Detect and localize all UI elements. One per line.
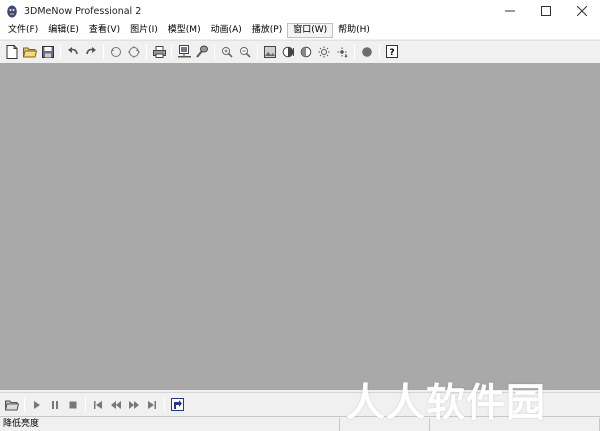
toolbar-separator xyxy=(146,43,147,60)
toolbar-separator xyxy=(24,396,25,413)
rotate-left-icon[interactable] xyxy=(107,43,125,61)
menu-image[interactable]: 图片(I) xyxy=(125,23,163,38)
maximize-button[interactable] xyxy=(528,0,564,22)
play-icon[interactable] xyxy=(28,396,46,414)
pause-icon[interactable] xyxy=(46,396,64,414)
menu-file[interactable]: 文件(F) xyxy=(3,23,43,38)
watermark: 人人软件园 xyxy=(346,381,547,426)
print-icon[interactable] xyxy=(150,43,168,61)
help-icon[interactable]: ? xyxy=(383,43,401,61)
workspace-canvas[interactable] xyxy=(0,63,600,390)
toolbar-separator xyxy=(214,43,215,60)
main-toolbar: ? xyxy=(0,40,600,62)
open-icon[interactable] xyxy=(3,396,21,414)
menu-play[interactable]: 播放(P) xyxy=(247,23,287,38)
toolbar-separator xyxy=(60,43,61,60)
new-file-icon[interactable] xyxy=(3,43,21,61)
contrast-icon[interactable] xyxy=(279,43,297,61)
svg-text:?: ? xyxy=(389,48,394,58)
import-photo-icon[interactable] xyxy=(175,43,193,61)
toolbar-separator xyxy=(85,396,86,413)
app-logo-icon[interactable] xyxy=(5,4,19,18)
toolbar-separator xyxy=(103,43,104,60)
toolbar-separator xyxy=(171,43,172,60)
edit-model-icon[interactable] xyxy=(193,43,211,61)
title-bar: 3DMeNow Professional 2 xyxy=(0,0,600,22)
image-icon[interactable] xyxy=(261,43,279,61)
status-text: 降低亮度 xyxy=(0,417,340,431)
record-circle-icon[interactable] xyxy=(358,43,376,61)
zoom-in-icon[interactable] xyxy=(218,43,236,61)
window-title: 3DMeNow Professional 2 xyxy=(24,5,142,17)
menu-animation[interactable]: 动画(A) xyxy=(206,23,247,38)
brightness-up-icon[interactable] xyxy=(315,43,333,61)
zoom-out-icon[interactable] xyxy=(236,43,254,61)
close-button[interactable] xyxy=(564,0,600,22)
rewind-icon[interactable] xyxy=(107,396,125,414)
menu-window[interactable]: 窗口(W) xyxy=(287,23,334,38)
toolbar-separator xyxy=(354,43,355,60)
undo-icon[interactable] xyxy=(64,43,82,61)
minimize-button[interactable] xyxy=(492,0,528,22)
menu-view[interactable]: 查看(V) xyxy=(84,23,125,38)
redo-icon[interactable] xyxy=(82,43,100,61)
last-frame-icon[interactable] xyxy=(143,396,161,414)
menu-model[interactable]: 模型(M) xyxy=(163,23,206,38)
save-icon[interactable] xyxy=(39,43,57,61)
open-folder-icon[interactable] xyxy=(21,43,39,61)
brightness-down-icon[interactable] xyxy=(333,43,351,61)
stop-icon[interactable] xyxy=(64,396,82,414)
menu-edit[interactable]: 编辑(E) xyxy=(43,23,84,38)
toolbar-separator xyxy=(379,43,380,60)
export-icon[interactable] xyxy=(168,396,186,414)
toolbar-separator xyxy=(164,396,165,413)
first-frame-icon[interactable] xyxy=(89,396,107,414)
rotate-right-icon[interactable] xyxy=(125,43,143,61)
fast-forward-icon[interactable] xyxy=(125,396,143,414)
half-circle-icon[interactable] xyxy=(297,43,315,61)
menu-help[interactable]: 帮助(H) xyxy=(333,23,375,38)
menu-bar: 文件(F) 编辑(E) 查看(V) 图片(I) 模型(M) 动画(A) 播放(P… xyxy=(0,22,600,39)
toolbar-separator xyxy=(257,43,258,60)
